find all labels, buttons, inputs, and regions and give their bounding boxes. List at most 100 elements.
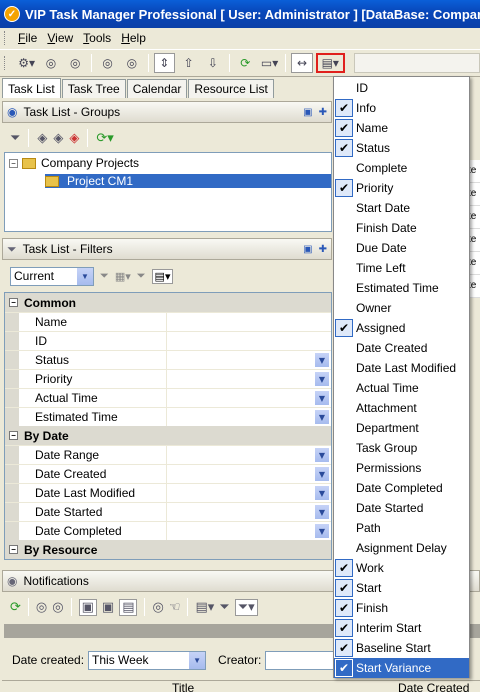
property-row[interactable]: Date Range ▼	[5, 445, 331, 464]
minimize-icon[interactable]: ▣	[303, 244, 312, 255]
property-value[interactable]: ▼	[167, 351, 331, 369]
mark-unread-icon[interactable]: ◎	[52, 600, 63, 615]
column-menu-item[interactable]: Finish Date	[334, 218, 469, 238]
columns-menu-button[interactable]: ▤▾	[315, 53, 345, 73]
details-icon[interactable]: ▤	[119, 598, 138, 616]
refresh-notifications-icon[interactable]: ⟳	[10, 600, 21, 615]
chevron-down-icon[interactable]: ▼	[189, 651, 206, 669]
column-menu-item[interactable]: ✔ Work	[334, 558, 469, 578]
column-menu-item[interactable]: ✔ Info	[334, 98, 469, 118]
column-menu-item[interactable]: Date Created	[334, 338, 469, 358]
property-value[interactable]	[167, 332, 331, 350]
chevron-down-icon[interactable]: ▼	[315, 372, 329, 386]
pin-icon[interactable]: ✚	[319, 107, 327, 118]
chevron-down-icon[interactable]: ▼	[315, 524, 329, 538]
menu-help[interactable]: Help	[116, 31, 151, 45]
column-menu-item[interactable]: Asignment Delay	[334, 538, 469, 558]
tree-node-root[interactable]: − Company Projects	[9, 156, 139, 170]
category-common[interactable]: − Common	[5, 293, 331, 312]
copy-task-icon[interactable]: ◎	[65, 53, 86, 73]
filter-icon[interactable]: ⏷	[10, 131, 20, 146]
tab-task-list[interactable]: Task List	[2, 78, 61, 98]
column-title[interactable]: Title	[172, 681, 194, 692]
chevron-down-icon[interactable]: ▼	[315, 353, 329, 367]
edit-task-icon[interactable]: ◎	[40, 53, 61, 73]
column-date-created[interactable]: Date Created	[398, 681, 469, 692]
property-row[interactable]: Date Last Modified ▼	[5, 483, 331, 502]
print-icon[interactable]: ▭▾	[259, 53, 280, 73]
date-created-select[interactable]: This Week ▼	[88, 650, 207, 670]
tree-node-project[interactable]: Project CM1	[45, 174, 331, 188]
filter-select[interactable]: Current ▼	[10, 266, 94, 286]
column-menu-item[interactable]: ID	[334, 78, 469, 98]
column-menu-item[interactable]: ✔ Interim Start	[334, 618, 469, 638]
column-menu-item[interactable]: ✔ Name	[334, 118, 469, 138]
column-menu-item[interactable]: Date Started	[334, 498, 469, 518]
delete-group-icon[interactable]: ◈	[69, 131, 79, 146]
property-value[interactable]: ▼	[167, 484, 331, 502]
filter-options-icon[interactable]: ▦▾	[115, 270, 131, 283]
tab-resource-list[interactable]: Resource List	[188, 79, 274, 98]
menu-tools[interactable]: Tools	[78, 31, 116, 45]
collapse-icon[interactable]: −	[9, 545, 18, 554]
property-value[interactable]: ▼	[167, 370, 331, 388]
column-menu-item[interactable]: ✔ Finish	[334, 598, 469, 618]
property-value[interactable]: ▼	[167, 408, 331, 426]
chevron-down-icon[interactable]: ▼	[315, 391, 329, 405]
property-row[interactable]: Actual Time ▼	[5, 388, 331, 407]
filter-icon[interactable]: ⏷	[219, 600, 229, 615]
category-by-resource[interactable]: − By Resource	[5, 540, 331, 559]
column-menu-item[interactable]: Owner	[334, 298, 469, 318]
column-menu-item[interactable]: Date Last Modified	[334, 358, 469, 378]
chevron-down-icon[interactable]: ▼	[315, 410, 329, 424]
hand-icon[interactable]: ☜	[169, 600, 181, 615]
column-menu-item[interactable]: Start Date	[334, 198, 469, 218]
move-updown-icon[interactable]: ⇕	[153, 53, 175, 73]
tab-task-tree[interactable]: Task Tree	[61, 79, 126, 98]
column-menu-item[interactable]: Estimated Time	[334, 278, 469, 298]
open-task-icon[interactable]: ◎	[152, 600, 163, 615]
chevron-down-icon[interactable]: ▼	[315, 505, 329, 519]
property-row[interactable]: Priority ▼	[5, 369, 331, 388]
toolbar-combo[interactable]	[353, 53, 480, 73]
category-by-date[interactable]: − By Date	[5, 426, 331, 445]
edit-group-icon[interactable]: ◈	[53, 131, 63, 146]
column-menu-item[interactable]: Permissions	[334, 458, 469, 478]
chevron-down-icon[interactable]: ▼	[77, 267, 93, 285]
column-menu-item[interactable]: ✔ Assigned	[334, 318, 469, 338]
column-menu-item[interactable]: ✔ Priority	[334, 178, 469, 198]
pin-icon[interactable]: ✚	[319, 244, 327, 255]
property-row[interactable]: ID	[5, 331, 331, 350]
column-menu-item[interactable]: Date Completed	[334, 478, 469, 498]
menu-file[interactable]: File	[13, 31, 42, 45]
property-value[interactable]: ▼	[167, 503, 331, 521]
column-menu-item[interactable]: Actual Time	[334, 378, 469, 398]
refresh-groups-icon[interactable]: ⟳▾	[96, 131, 113, 146]
column-menu-item[interactable]: Due Date	[334, 238, 469, 258]
column-menu-item[interactable]: Complete	[334, 158, 469, 178]
add-group-icon[interactable]: ◈	[37, 131, 47, 146]
column-menu-item[interactable]: Time Left	[334, 258, 469, 278]
fit-width-icon[interactable]: ↔	[291, 53, 313, 73]
column-menu-item[interactable]: ✔ Start Variance	[334, 658, 469, 678]
property-value[interactable]: ▼	[167, 522, 331, 540]
minimize-icon[interactable]: ▣	[303, 107, 312, 118]
column-menu-item[interactable]: Task Group	[334, 438, 469, 458]
mark-read-icon[interactable]: ◎	[36, 600, 47, 615]
inbox-icon[interactable]: ▣	[78, 598, 97, 616]
column-menu-item[interactable]: ✔ Start	[334, 578, 469, 598]
menu-view[interactable]: View	[42, 31, 78, 45]
properties-icon[interactable]: ◎	[97, 53, 118, 73]
clear-filter-icon[interactable]: ⏷	[137, 269, 146, 283]
property-row[interactable]: Estimated Time ▼	[5, 407, 331, 426]
collapse-icon[interactable]: −	[9, 298, 18, 307]
tab-calendar[interactable]: Calendar	[126, 79, 188, 98]
property-value[interactable]: ▼	[167, 465, 331, 483]
filter-menu-icon[interactable]: ⏷▾	[234, 598, 258, 616]
property-value[interactable]: ▼	[167, 446, 331, 464]
property-row[interactable]: Date Completed ▼	[5, 521, 331, 540]
collapse-icon[interactable]: −	[9, 431, 18, 440]
column-menu-item[interactable]: Department	[334, 418, 469, 438]
column-menu-item[interactable]: Path	[334, 518, 469, 538]
chevron-down-icon[interactable]: ▼	[315, 448, 329, 462]
